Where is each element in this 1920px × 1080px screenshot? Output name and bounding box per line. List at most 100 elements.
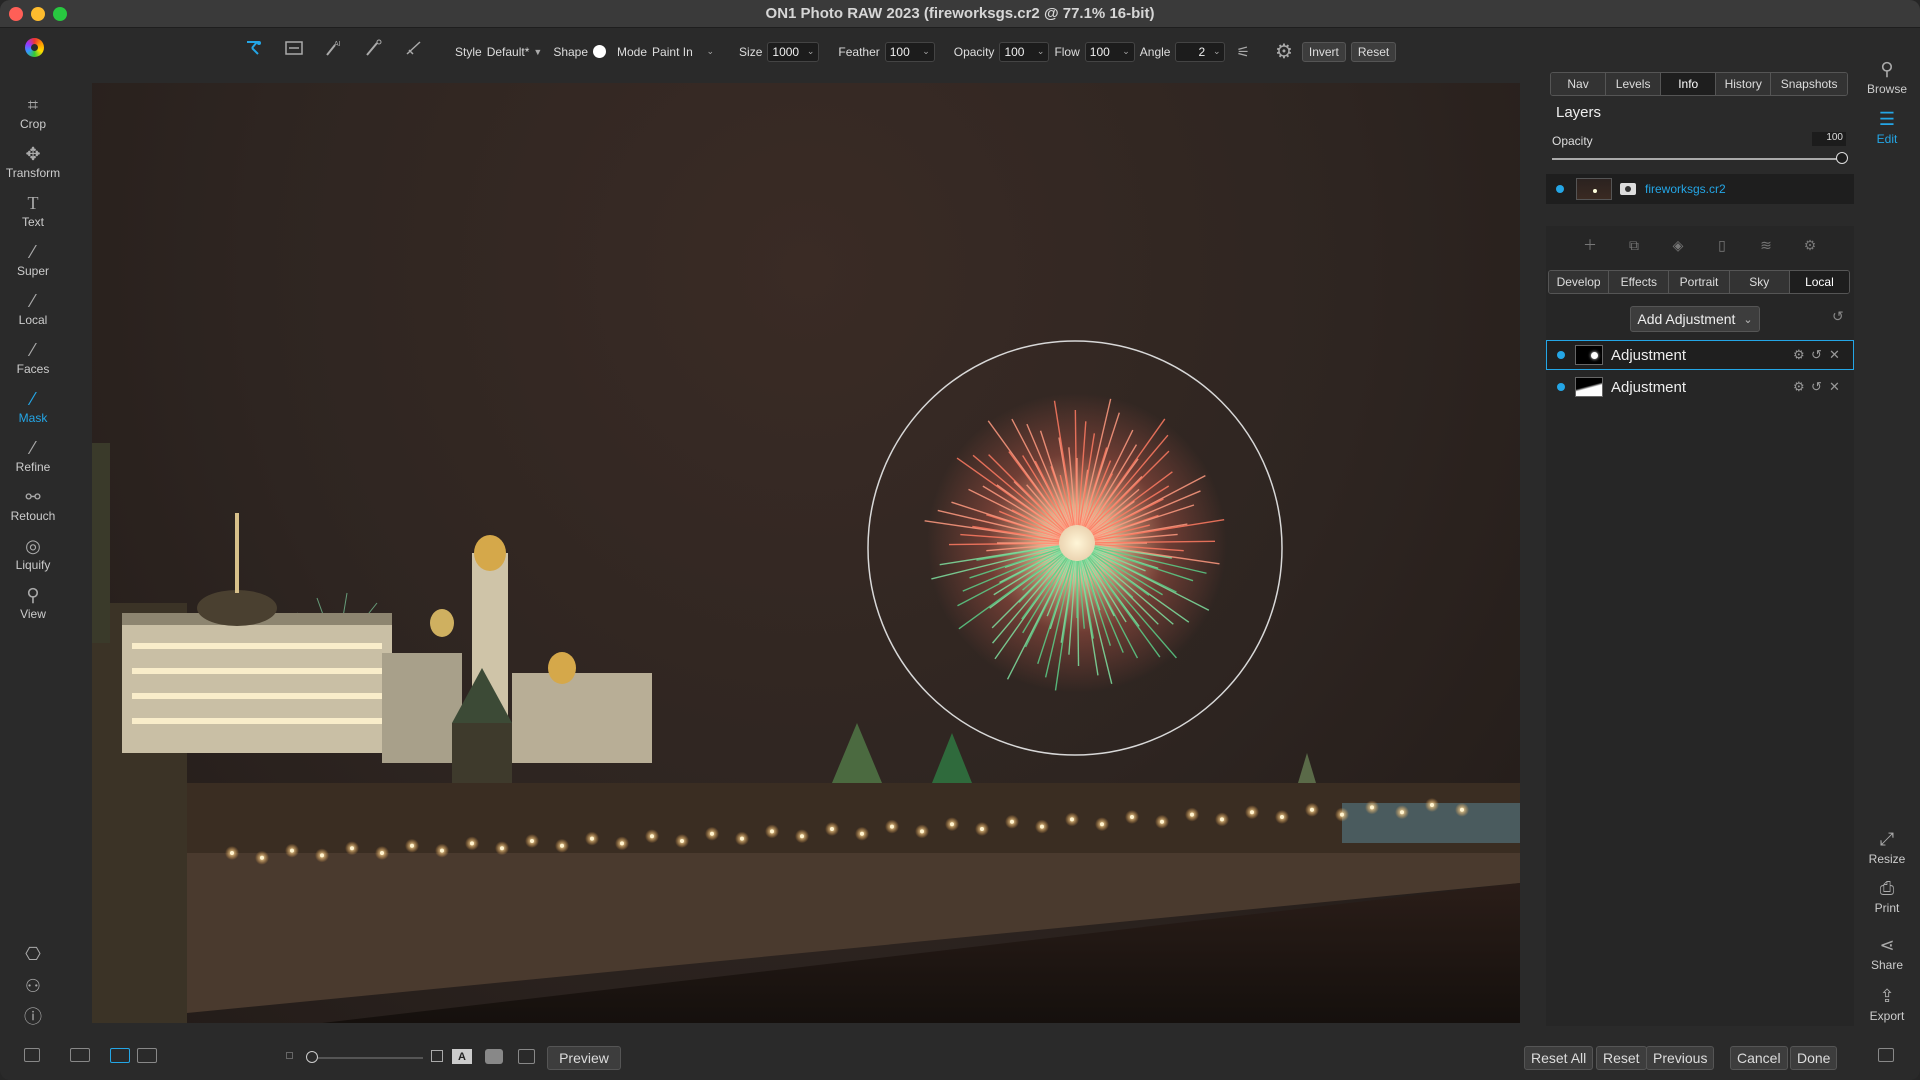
toggle-right-panel-icon[interactable] xyxy=(1878,1048,1894,1062)
tool-label: Transform xyxy=(5,166,61,180)
flow-value: 100 xyxy=(1089,44,1110,59)
reset-all-button[interactable]: Reset All xyxy=(1524,1046,1594,1070)
reset-button[interactable]: Reset xyxy=(1596,1046,1647,1070)
chevron-down-icon: ⌄ xyxy=(1212,46,1221,56)
tab-portrait[interactable]: Portrait xyxy=(1669,271,1730,293)
tab-info[interactable]: Info xyxy=(1661,73,1717,95)
layers-stack-icon[interactable]: ≋ xyxy=(1755,234,1777,256)
edit-label: Edit xyxy=(1876,132,1898,146)
close-window-button[interactable] xyxy=(9,7,23,21)
adjustment-row-2[interactable]: Adjustment ⚙ ↺ ✕ xyxy=(1546,372,1854,402)
refine-mask-icon[interactable] xyxy=(362,36,386,60)
add-adjustment-dropdown[interactable]: Add Adjustment ⌄ xyxy=(1630,306,1760,332)
mask-brush-icon[interactable] xyxy=(242,36,266,60)
tool-retouch[interactable]: ⚯ Retouch xyxy=(0,485,66,523)
tab-local[interactable]: Local xyxy=(1789,271,1849,293)
resize-button[interactable]: ⤢ Resize xyxy=(1860,826,1914,866)
zoom-slider[interactable] xyxy=(308,1057,423,1059)
close-icon[interactable]: ✕ xyxy=(1829,379,1840,395)
chisel-mask-icon[interactable] xyxy=(402,36,426,60)
display-mode-icon[interactable] xyxy=(70,1048,90,1062)
cancel-button[interactable]: Cancel xyxy=(1730,1046,1788,1070)
layer-opacity-value[interactable]: 100 xyxy=(1812,132,1846,146)
tool-crop[interactable]: ⌗ Crop xyxy=(0,93,66,131)
tool-refine[interactable]: ⁄ Refine xyxy=(0,436,66,474)
preview-button[interactable]: Preview xyxy=(547,1046,621,1070)
browse-module-button[interactable]: ⚲ Browse xyxy=(1860,56,1914,96)
compare-view-icon[interactable] xyxy=(137,1048,157,1063)
single-view-icon[interactable] xyxy=(110,1048,130,1063)
edit-module-button[interactable]: ☰ Edit xyxy=(1860,106,1914,146)
mask-thumbnail-icon[interactable] xyxy=(1620,183,1636,195)
shape-circle-button[interactable] xyxy=(593,45,607,58)
style-dropdown[interactable]: Default* ▼ xyxy=(487,45,543,59)
photo-canvas[interactable] xyxy=(92,83,1520,1023)
ai-mask-icon[interactable]: AI xyxy=(322,36,346,60)
mask-view-icon[interactable] xyxy=(485,1049,503,1064)
feather-field[interactable]: 100 ⌄ xyxy=(884,41,935,62)
layer-item[interactable]: fireworksgs.cr2 xyxy=(1546,174,1854,204)
print-button[interactable]: ⎙ Print xyxy=(1860,875,1914,915)
tab-levels[interactable]: Levels xyxy=(1606,73,1662,95)
tool-help[interactable]: ⓘ xyxy=(0,1005,66,1029)
layer-opacity-slider[interactable] xyxy=(1552,158,1844,160)
tab-nav[interactable]: Nav xyxy=(1551,73,1607,95)
invert-button[interactable]: Invert xyxy=(1301,41,1346,62)
reset-icon[interactable]: ↺ xyxy=(1811,347,1822,363)
zoom-in-icon[interactable] xyxy=(431,1050,443,1062)
done-button[interactable]: Done xyxy=(1790,1046,1838,1070)
reset-adjustments-icon[interactable]: ↺ xyxy=(1832,308,1844,325)
tool-super[interactable]: ⁄ Super xyxy=(0,240,66,278)
tool-account[interactable]: ⚇ xyxy=(0,974,66,998)
tool-liquify[interactable]: ◎ Liquify xyxy=(0,534,66,572)
adjustment-row-1[interactable]: Adjustment ⚙ ↺ ✕ xyxy=(1546,340,1854,370)
visibility-dot-icon[interactable] xyxy=(1557,351,1565,359)
gear-icon[interactable]: ⚙ xyxy=(1793,347,1805,363)
tab-develop[interactable]: Develop xyxy=(1549,271,1610,293)
reset-button[interactable]: Reset xyxy=(1350,41,1397,62)
share-button[interactable]: ⋖ Share xyxy=(1860,932,1914,972)
tool-options-bar: AI Style Default* ▼ Shape Mode Paint In ⌄ … xyxy=(0,28,1920,68)
gear-icon[interactable]: ⚙ xyxy=(1793,379,1805,395)
zoom-slider-handle[interactable] xyxy=(306,1051,318,1063)
overlay-view-icon[interactable] xyxy=(518,1049,535,1064)
tool-mask[interactable]: ⁄ Mask xyxy=(0,387,66,425)
magic-wand-icon[interactable]: ⚟ xyxy=(1236,43,1249,61)
gear-icon[interactable]: ⚙ xyxy=(1275,39,1293,64)
tool-transform[interactable]: ✥ Transform xyxy=(0,142,66,180)
tool-local[interactable]: ⁄ Local xyxy=(0,289,66,327)
fill-bucket-icon[interactable]: ◈ xyxy=(1667,234,1689,256)
minimize-window-button[interactable] xyxy=(31,7,45,21)
slider-handle[interactable] xyxy=(1836,152,1848,164)
reset-icon[interactable]: ↺ xyxy=(1811,379,1822,395)
tab-sky[interactable]: Sky xyxy=(1729,271,1790,293)
zoom-out-icon[interactable] xyxy=(286,1052,293,1059)
tab-effects[interactable]: Effects xyxy=(1609,271,1670,293)
angle-field[interactable]: 2 ⌄ xyxy=(1175,41,1226,62)
tool-text[interactable]: T Text xyxy=(0,191,66,229)
layer-name[interactable]: fireworksgs.cr2 xyxy=(1645,182,1726,196)
tab-history[interactable]: History xyxy=(1716,73,1772,95)
add-icon[interactable]: ＋ xyxy=(1579,234,1601,256)
tab-snapshots[interactable]: Snapshots xyxy=(1771,73,1847,95)
opacity-field[interactable]: 100 ⌄ xyxy=(999,41,1050,62)
tool-faces[interactable]: ⁄ Faces xyxy=(0,338,66,376)
zoom-window-button[interactable] xyxy=(53,7,67,21)
duplicate-icon[interactable]: ⧉ xyxy=(1623,234,1645,256)
flow-field[interactable]: 100 ⌄ xyxy=(1084,41,1135,62)
visibility-dot-icon[interactable] xyxy=(1556,185,1564,193)
close-icon[interactable]: ✕ xyxy=(1829,347,1840,363)
size-field[interactable]: 1000 ⌄ xyxy=(767,41,820,62)
toggle-left-panel-icon[interactable] xyxy=(24,1048,40,1062)
tool-view[interactable]: ⚲ View xyxy=(0,583,66,621)
export-button[interactable]: ⇪ Export xyxy=(1860,983,1914,1023)
visibility-dot-icon[interactable] xyxy=(1557,383,1565,391)
tool-plugins[interactable]: ⎔ xyxy=(0,942,66,966)
gear-icon[interactable]: ⚙ xyxy=(1799,234,1821,256)
mode-dropdown[interactable]: Paint In ⌄ xyxy=(652,45,714,59)
auto-icon[interactable]: A xyxy=(452,1049,472,1064)
previous-button[interactable]: Previous xyxy=(1646,1046,1715,1070)
on1-logo-icon[interactable] xyxy=(25,38,44,57)
delete-icon[interactable]: ▯ xyxy=(1711,234,1733,256)
gradient-mask-icon[interactable] xyxy=(282,36,306,60)
